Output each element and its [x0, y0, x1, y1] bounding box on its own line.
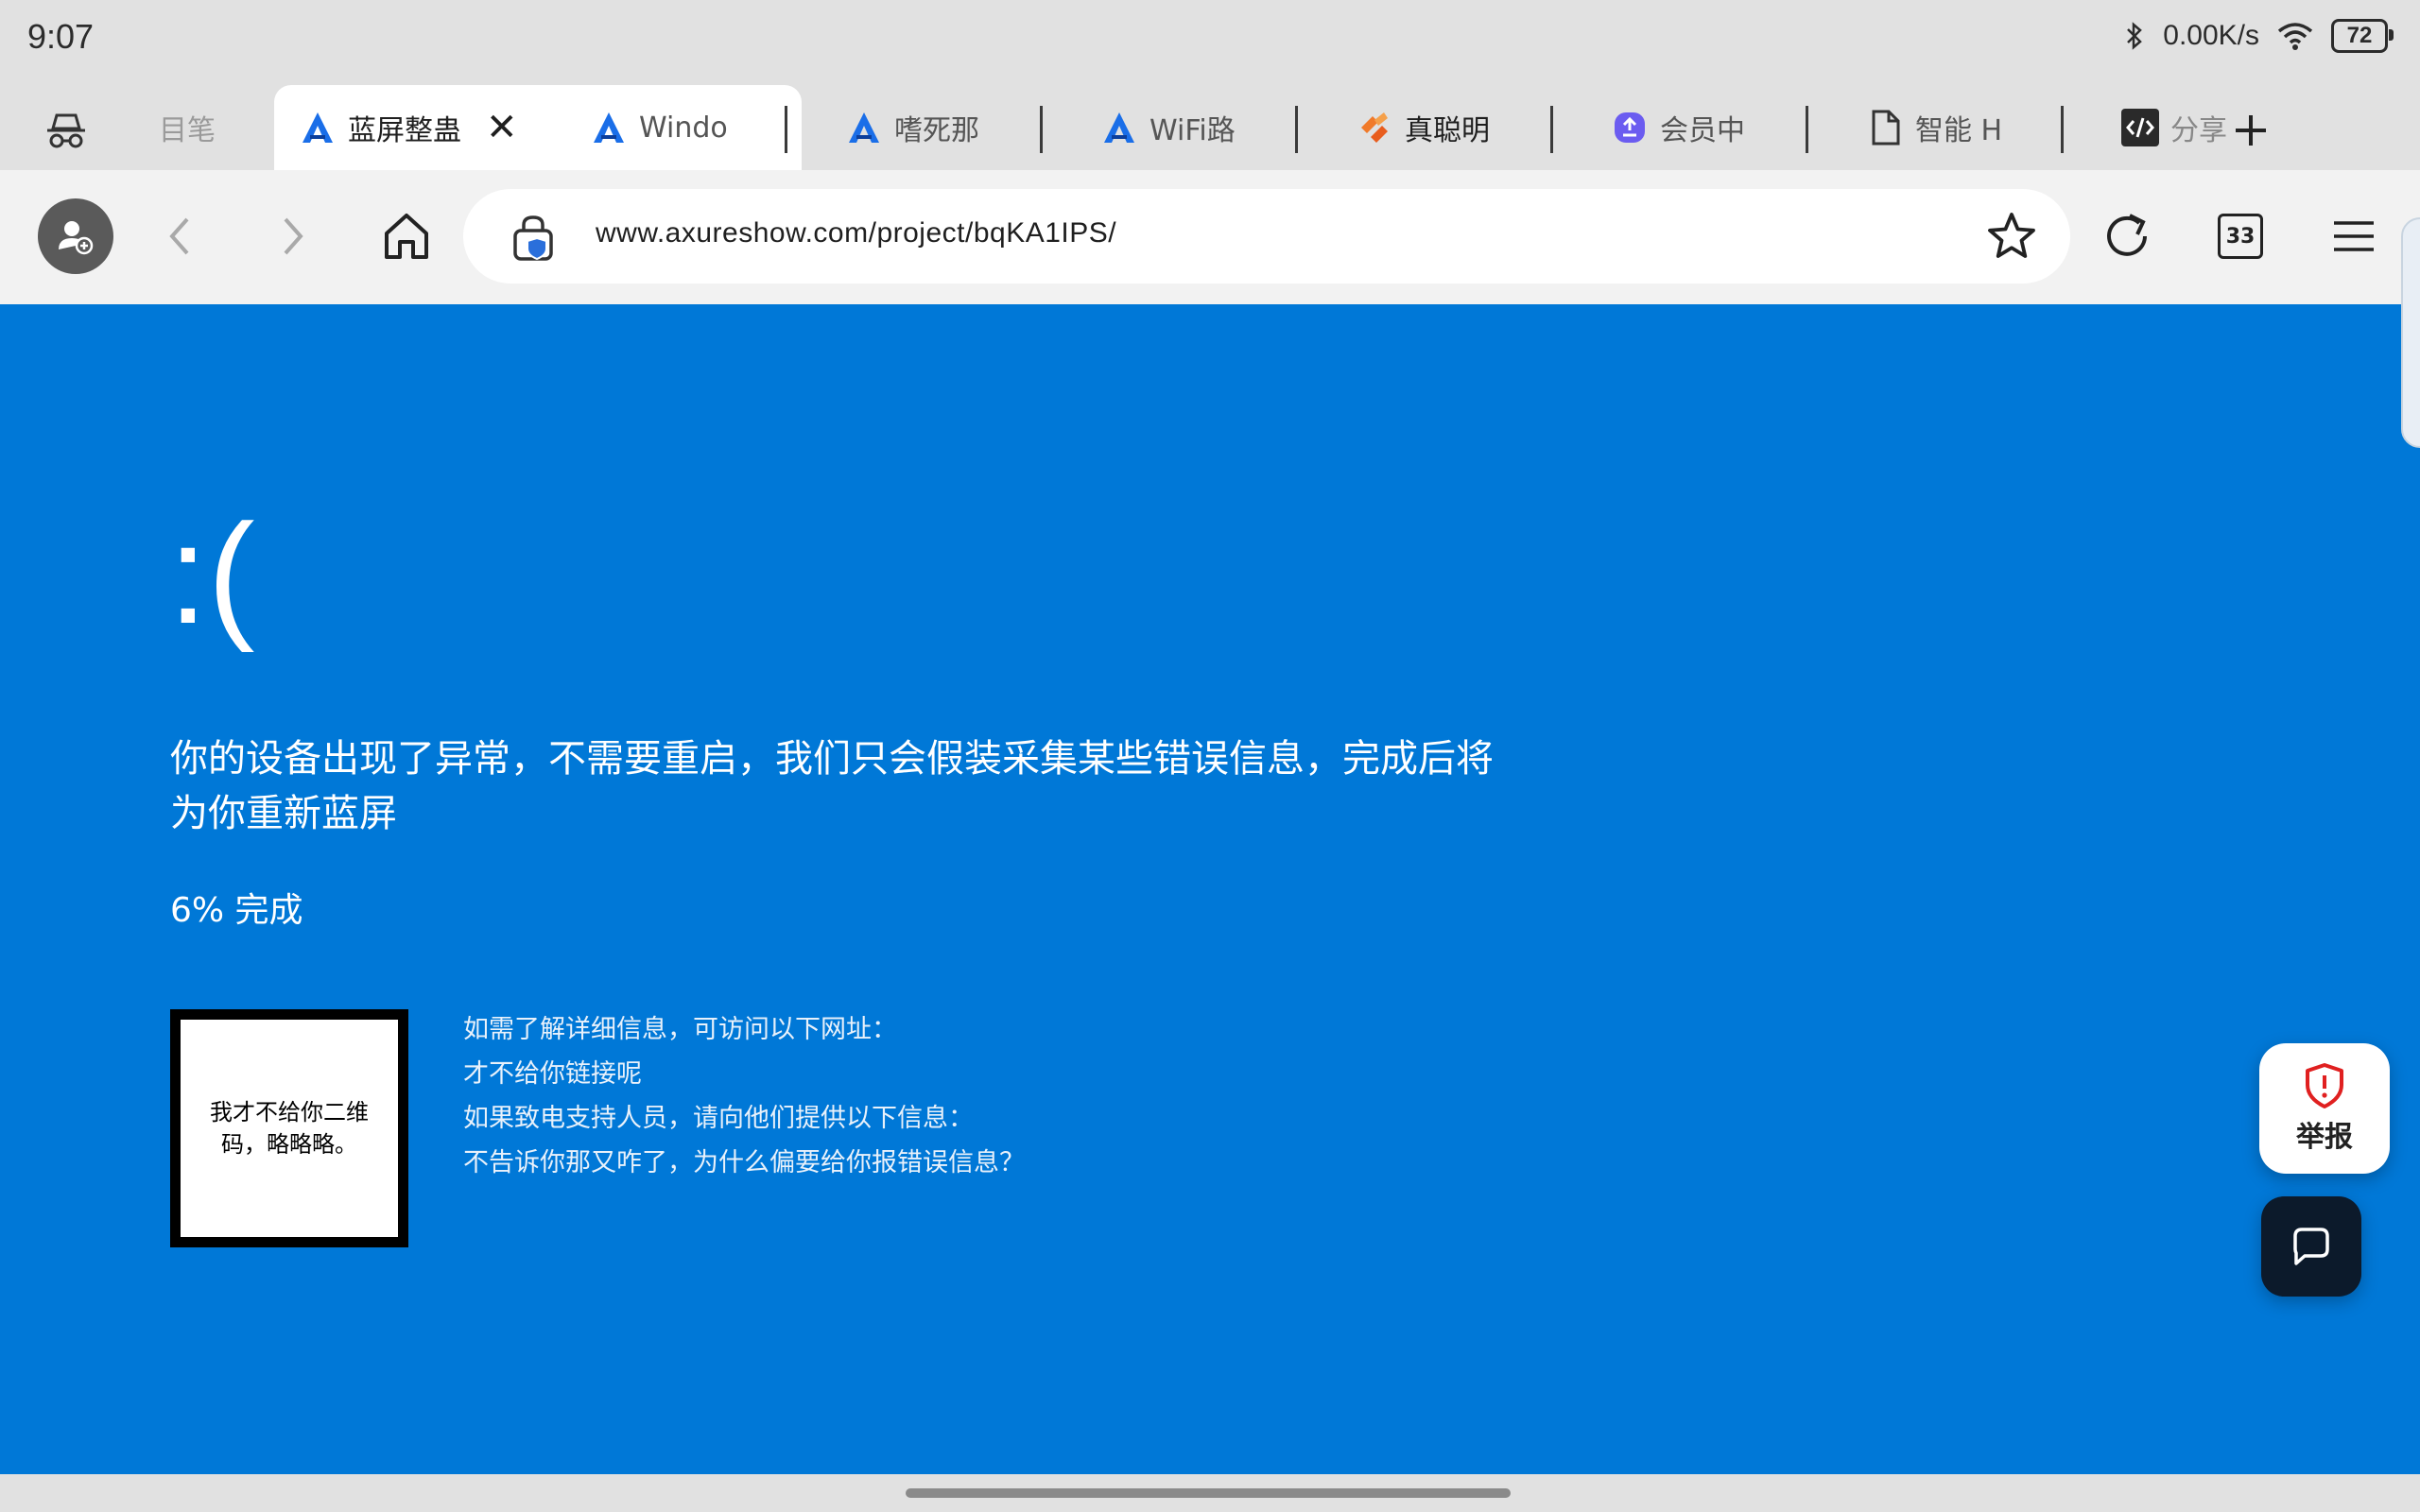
axure-logo-icon: [1098, 107, 1140, 148]
menu-button[interactable]: [2316, 198, 2392, 274]
tab-separator: [2061, 106, 2064, 153]
tab-6-label: 真聪明: [1405, 114, 1490, 147]
tab-separator: [1295, 106, 1298, 153]
battery-level: 72: [2346, 23, 2373, 48]
forward-button[interactable]: [255, 198, 331, 274]
battery-indicator: 72: [2331, 19, 2394, 53]
reload-button[interactable]: [2089, 198, 2165, 274]
add-user-icon: [59, 221, 94, 255]
sad-face: :(: [168, 494, 255, 653]
reload-icon: [2107, 214, 2147, 256]
report-button[interactable]: 举报: [2259, 1043, 2390, 1174]
tab-count-icon: 33: [2218, 214, 2263, 259]
tab-8-label: 智能 H: [1915, 114, 2003, 147]
status-indicators: 0.00K/s 72: [2123, 19, 2394, 53]
wifi-icon: [2277, 23, 2313, 50]
qr-code-placeholder: 我才不给你二维码，略略略。: [170, 1009, 408, 1247]
profile-button[interactable]: [38, 198, 113, 274]
tab-9[interactable]: 分享: [2119, 85, 2229, 170]
status-time: 9:07: [27, 17, 95, 56]
incognito-icon: [47, 113, 85, 148]
shield-lock-icon: [513, 215, 553, 261]
info-line: 如需了解详细信息，可访问以下网址：: [463, 1015, 897, 1044]
chevron-right-icon: [284, 217, 303, 255]
info-block: 如需了解详细信息，可访问以下网址： 才不给你链接呢 如果致电支持人员，请向他们提…: [463, 1007, 1025, 1185]
shield-alert-icon: [2306, 1063, 2343, 1108]
chat-bubble-icon: [2293, 1228, 2329, 1265]
tab-bar: 目​笔 蓝屏整蛊 ✕ Windo 嗜死那 WiFi路 真聪明 会员中 智能 H …: [0, 77, 2420, 170]
axure-logo-icon: [843, 107, 885, 148]
tab-1-label: 目​笔: [159, 114, 216, 147]
chat-button[interactable]: [2261, 1196, 2361, 1297]
browser-toolbar: www.axureshow.com/project/bqKA1IPS/ 33: [0, 170, 2420, 304]
axure-logo-icon: [297, 107, 338, 148]
plus-icon: [2236, 115, 2266, 146]
chevron-left-icon: [169, 217, 189, 255]
tab-6[interactable]: 真聪明: [1354, 85, 1514, 170]
progress-text: 6% 完成: [170, 891, 303, 930]
tab-separator: [785, 106, 787, 153]
tab-2-label: 蓝屏整蛊: [348, 114, 461, 147]
system-nav-bar: [0, 1474, 2420, 1512]
close-tab-icon[interactable]: ✕: [486, 109, 518, 146]
tab-4-label: 嗜死那: [894, 114, 979, 147]
hamburger-icon: [2334, 221, 2374, 251]
back-button[interactable]: [142, 198, 217, 274]
qr-text: 我才不给你二维码，略略略。: [210, 1099, 369, 1158]
tab-separator: [1040, 106, 1043, 153]
report-label: 举报: [2296, 1121, 2353, 1154]
axure-logo-icon: [588, 107, 630, 148]
address-bar[interactable]: www.axureshow.com/project/bqKA1IPS/: [463, 189, 2070, 284]
tab-7[interactable]: 会员中: [1609, 85, 1751, 170]
page-content: :( 你的设备出现了异常，不需要重启，我们只会假装采集某些错误信息，完成后将为你…: [0, 304, 2420, 1474]
tab-separator: [1550, 106, 1553, 153]
tab-1[interactable]: 目​笔: [159, 85, 216, 170]
purple-logo-icon: [1609, 107, 1651, 148]
tab-5-label: WiFi路: [1150, 114, 1236, 147]
info-line: 才不给你链接呢: [463, 1059, 642, 1089]
tab-8[interactable]: 智能 H: [1864, 85, 2006, 170]
new-tab-button[interactable]: [2227, 102, 2274, 159]
url-text[interactable]: www.axureshow.com/project/bqKA1IPS/: [596, 217, 1116, 249]
tab-separator: [1806, 106, 1808, 153]
info-line: 如果致电支持人员，请向他们提供以下信息：: [463, 1104, 974, 1133]
home-icon: [385, 214, 428, 259]
side-panel-handle[interactable]: [2401, 217, 2420, 448]
info-line: 不告诉你那又咋了，为什么偏要给你报错误信息？: [463, 1148, 1025, 1177]
orange-logo-icon: [1354, 107, 1395, 148]
tab-5[interactable]: WiFi路: [1098, 85, 1240, 170]
tab-count: 33: [2225, 224, 2256, 249]
bookmark-button[interactable]: [1985, 210, 2038, 263]
home-indicator[interactable]: [906, 1488, 1511, 1498]
status-bar: 9:07 0.00K/s 72: [0, 0, 2420, 77]
error-message: 你的设备出现了异常，不需要重启，我们只会假装采集某些错误信息，完成后将为你重新蓝…: [170, 737, 1494, 835]
code-icon: [2119, 107, 2161, 148]
site-security-button[interactable]: [510, 214, 558, 261]
tab-3-label: Windo: [639, 111, 728, 145]
star-icon: [1988, 213, 2035, 258]
bluetooth-icon: [2127, 22, 2143, 50]
tab-4[interactable]: 嗜死那: [843, 85, 985, 170]
document-icon: [1864, 107, 1906, 148]
home-button[interactable]: [369, 198, 444, 274]
incognito-button[interactable]: [38, 102, 95, 159]
tab-9-label: 分享: [2170, 114, 2227, 147]
tab-3[interactable]: Windo: [588, 85, 730, 170]
network-speed: 0.00K/s: [2163, 20, 2259, 51]
tab-7-label: 会员中: [1660, 114, 1745, 147]
tab-count-button[interactable]: 33: [2203, 198, 2278, 274]
